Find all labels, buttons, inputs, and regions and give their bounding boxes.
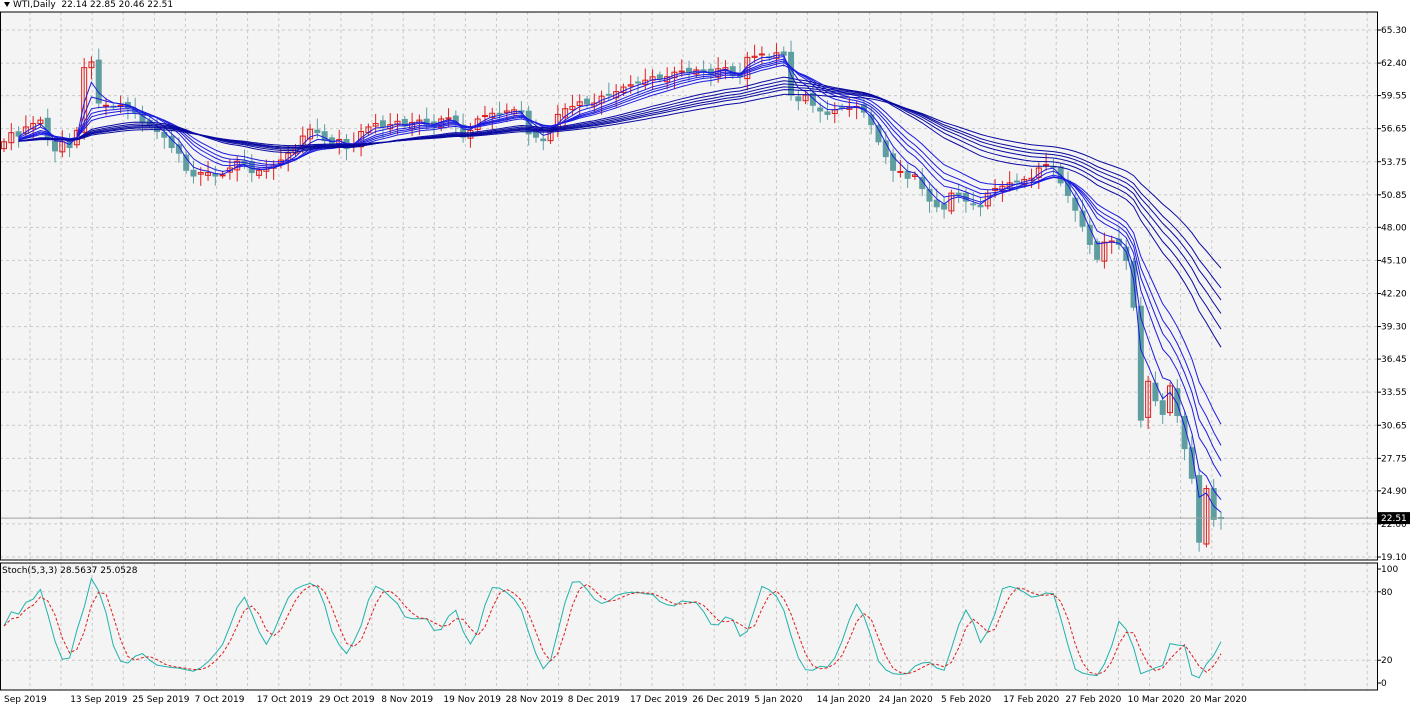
price-axis-label: 45.10 bbox=[1381, 256, 1407, 266]
candle-body bbox=[379, 120, 386, 128]
candle-body bbox=[758, 53, 765, 56]
date-axis-label: 27 Feb 2020 bbox=[1065, 695, 1121, 705]
candle-body bbox=[183, 154, 190, 171]
stoch-panel bbox=[0, 563, 1377, 690]
price-axis-label: 53.75 bbox=[1381, 158, 1407, 168]
candle-body bbox=[103, 104, 110, 107]
candle-body bbox=[970, 203, 977, 206]
price-axis-label: 30.65 bbox=[1381, 421, 1407, 431]
candle-body bbox=[95, 59, 102, 104]
chart-root: 65.30 62.40 59.55 56.65 53.75 50.85 48.00 45.10… bbox=[0, 0, 1422, 714]
candle-body bbox=[1072, 197, 1079, 211]
candle-body bbox=[955, 192, 962, 196]
price-axis-label: 50.85 bbox=[1381, 191, 1407, 201]
price-axis-label: 27.75 bbox=[1381, 454, 1407, 464]
candle-body bbox=[656, 74, 663, 80]
price-axis-label: 19.10 bbox=[1381, 553, 1407, 563]
date-axis-label: 25 Sep 2019 bbox=[132, 695, 189, 705]
price-panel bbox=[0, 12, 1377, 560]
price-axis-label: 65.30 bbox=[1381, 26, 1407, 36]
date-axis-label: 17 Feb 2020 bbox=[1003, 695, 1059, 705]
candle-body bbox=[496, 112, 503, 115]
date-axis-label: 8 Dec 2019 bbox=[568, 695, 620, 705]
candle-body bbox=[1079, 210, 1086, 227]
date-axis-label: 17 Oct 2019 bbox=[257, 695, 313, 705]
candle-body bbox=[933, 199, 940, 208]
candle-body bbox=[635, 81, 642, 84]
candle-body bbox=[904, 170, 911, 179]
date-axis-label: 20 Mar 2020 bbox=[1190, 695, 1247, 705]
date-axis-label: 13 Sep 2019 bbox=[70, 695, 127, 705]
date-axis-label: 5 Jan 2020 bbox=[754, 695, 802, 705]
chart-header: WTI,Daily 22.14 22.85 20.46 22.51 bbox=[4, 0, 173, 10]
candle-body bbox=[605, 93, 612, 96]
price-axis-label: 56.65 bbox=[1381, 125, 1407, 135]
stoch-axis-label: 80 bbox=[1381, 588, 1393, 598]
candle-body bbox=[839, 106, 846, 109]
candle-body bbox=[788, 51, 795, 96]
date-axis-label: 17 Dec 2019 bbox=[630, 695, 688, 705]
candle-body bbox=[52, 140, 59, 152]
candle-body bbox=[583, 98, 590, 105]
date-axis-label: 28 Nov 2019 bbox=[506, 695, 564, 705]
candle-body bbox=[678, 70, 685, 73]
candle-body bbox=[977, 204, 984, 208]
price-axis-label: 24.90 bbox=[1381, 487, 1407, 497]
date-axis-label: 26 Dec 2019 bbox=[692, 695, 750, 705]
candle-body bbox=[1013, 180, 1020, 183]
candle-body bbox=[190, 169, 197, 177]
date-axis-label: 8 Nov 2019 bbox=[381, 695, 433, 705]
stoch-axis-label: 100 bbox=[1381, 565, 1398, 575]
ohlc-values: 22.14 22.85 20.46 22.51 bbox=[61, 0, 174, 10]
date-axis-label: 10 Mar 2020 bbox=[1128, 695, 1185, 705]
price-axis-label: 48.00 bbox=[1381, 223, 1407, 233]
candle-body bbox=[941, 203, 948, 210]
price-axis-label: 36.45 bbox=[1381, 355, 1407, 365]
price-axis-label: 39.30 bbox=[1381, 323, 1407, 333]
date-axis-label: Sep 2019 bbox=[4, 695, 47, 705]
candle-body bbox=[1043, 164, 1050, 167]
candle-body bbox=[1159, 400, 1166, 415]
candle-body bbox=[686, 67, 693, 73]
collapse-triangle-icon[interactable] bbox=[4, 2, 10, 7]
date-axis-label: 24 Jan 2020 bbox=[879, 695, 933, 705]
date-axis-label: 14 Jan 2020 bbox=[817, 695, 871, 705]
stoch-axis-label: 20 bbox=[1381, 656, 1393, 666]
date-axis-label: 5 Feb 2020 bbox=[941, 695, 992, 705]
date-axis-label: 7 Oct 2019 bbox=[195, 695, 245, 705]
last-price-label: 22.51 bbox=[1381, 514, 1407, 524]
candle-body bbox=[1094, 241, 1101, 260]
date-axis-label: 29 Oct 2019 bbox=[319, 695, 375, 705]
candle-body bbox=[481, 115, 488, 118]
candle-body bbox=[314, 129, 321, 134]
indicator-label: Stoch(5,3,3) 28.5637 25.0528 bbox=[2, 566, 138, 576]
candle-body bbox=[795, 96, 802, 102]
price-axis-label: 62.40 bbox=[1381, 59, 1407, 69]
stoch-axis-label: 0 bbox=[1381, 679, 1387, 689]
candle-body bbox=[817, 107, 824, 112]
price-axis-label: 59.55 bbox=[1381, 92, 1407, 102]
candle-body bbox=[897, 170, 904, 173]
date-axis-label: 19 Nov 2019 bbox=[443, 695, 501, 705]
chart-canvas[interactable]: 65.30 62.40 59.55 56.65 53.75 50.85 48.00 45.10… bbox=[0, 0, 1422, 714]
price-axis-label: 42.20 bbox=[1381, 290, 1407, 300]
candle-body bbox=[540, 138, 547, 142]
symbol-label: WTI,Daily bbox=[13, 0, 56, 10]
price-axis-label: 33.55 bbox=[1381, 388, 1407, 398]
candle-body bbox=[219, 174, 226, 177]
candle-body bbox=[824, 111, 831, 115]
